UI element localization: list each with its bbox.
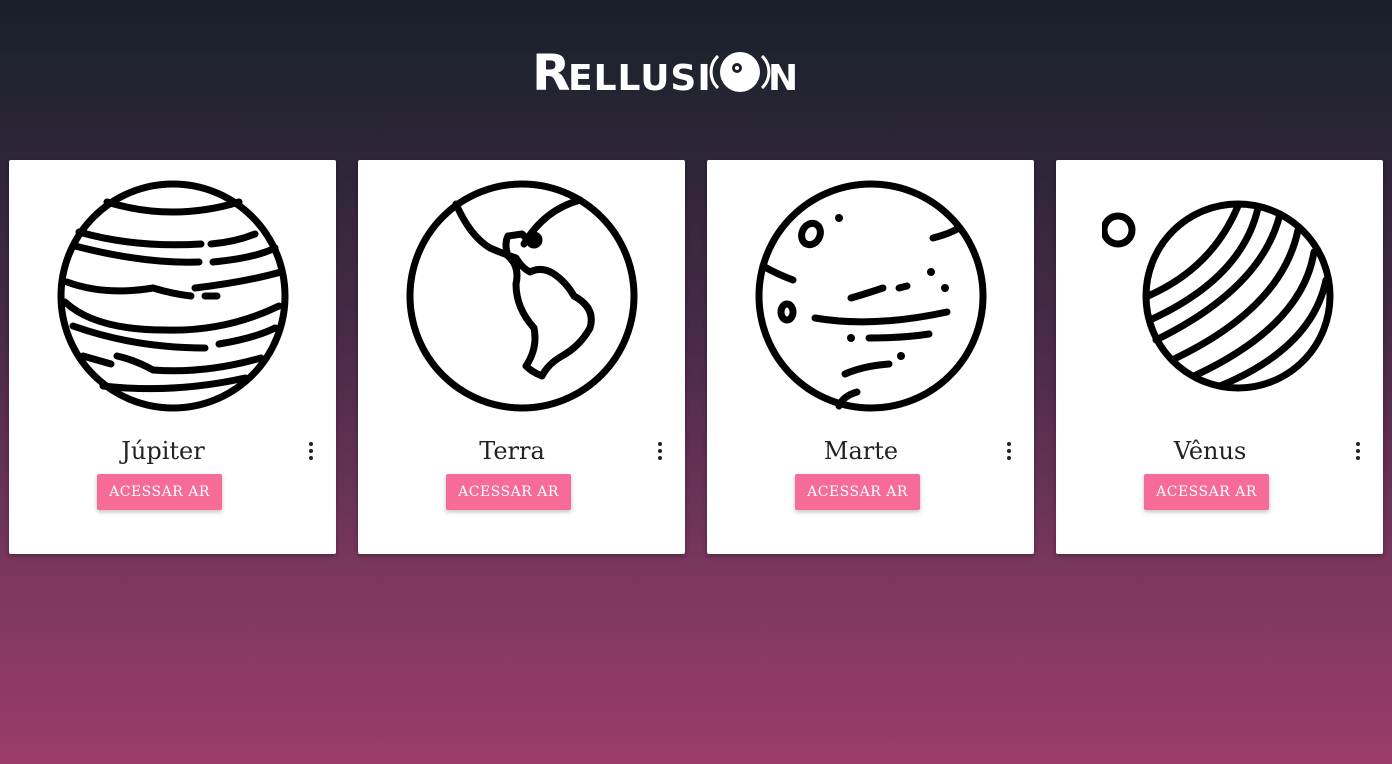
jupiter-icon xyxy=(57,180,289,412)
access-ar-button[interactable]: ACESSAR AR xyxy=(446,474,571,510)
more-vert-icon[interactable] xyxy=(654,440,666,462)
logo-letter-r: R xyxy=(532,44,571,98)
planet-card-jupiter: Júpiter ACESSAR AR xyxy=(9,160,336,554)
planet-card-venus: Vênus ACESSAR AR xyxy=(1056,160,1383,554)
earth-icon xyxy=(406,180,638,412)
access-ar-button[interactable]: ACESSAR AR xyxy=(1144,474,1269,510)
brand-logo: R ELLUSI N xyxy=(532,42,798,102)
access-ar-button[interactable]: ACESSAR AR xyxy=(97,474,222,510)
planet-title: Júpiter xyxy=(121,437,205,465)
planet-card-earth: Terra ACESSAR AR xyxy=(358,160,685,554)
venus-icon xyxy=(1102,200,1334,392)
planet-card-mars: Marte ACESSAR AR xyxy=(707,160,1034,554)
logo-letter-n: N xyxy=(768,58,798,98)
rellusion-logo-icon: R ELLUSI N xyxy=(532,44,798,102)
more-vert-icon[interactable] xyxy=(305,440,317,462)
more-vert-icon[interactable] xyxy=(1003,440,1015,462)
planet-title: Vênus xyxy=(1173,437,1247,465)
more-vert-icon[interactable] xyxy=(1352,440,1364,462)
logo-text-mid: ELLUSI xyxy=(568,58,712,98)
planet-card-list: Júpiter ACESSAR AR Terra ACESSAR AR Mart… xyxy=(9,160,1383,554)
access-ar-button[interactable]: ACESSAR AR xyxy=(795,474,920,510)
mars-icon xyxy=(755,180,987,412)
planet-title: Marte xyxy=(823,437,899,465)
planet-title: Terra xyxy=(479,437,545,465)
